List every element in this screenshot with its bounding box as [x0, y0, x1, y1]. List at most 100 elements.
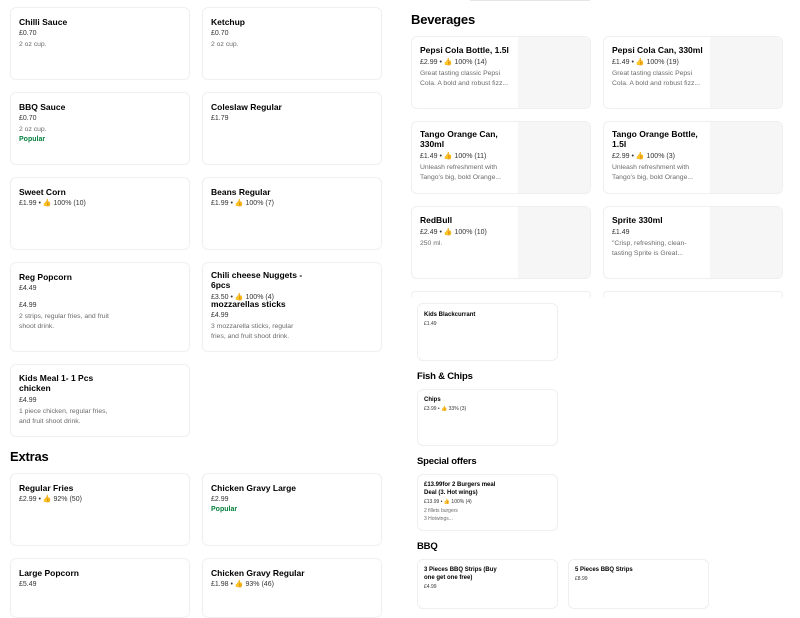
item-name: Chicken Gravy Regular [211, 568, 305, 578]
item-image [710, 37, 782, 108]
item-name: Chili cheese Nuggets - 6pcs [211, 270, 303, 290]
item-price: £1.79 [211, 115, 229, 122]
item-name: Chilli Sauce [19, 17, 68, 27]
item-price: £4.49 [19, 285, 37, 292]
item-price-rating: £1.49 • 👍 100% (11) [420, 153, 487, 160]
item-price-rating: £1.99 • 👍 100% (10) [19, 200, 86, 207]
menu-item-card[interactable]: Tango Orange Bottle, 1.5l £2.99 • 👍 100%… [603, 121, 783, 194]
item-price: £1.49 [424, 321, 437, 327]
item-name: Large Popcorn [19, 568, 79, 578]
item-name: RedBull [420, 215, 453, 225]
item-description: Great tasting classic Pepsi Cola. A bold… [420, 70, 509, 87]
menu-item-card[interactable]: Pepsi Cola Can, 330ml £1.49 • 👍 100% (19… [603, 36, 783, 109]
item-description: 250 ml. [420, 240, 443, 247]
item-image [518, 122, 590, 193]
menu-item-card[interactable]: RedBull £2.49 • 👍 100% (10) 250 ml. [411, 206, 591, 279]
item-image [710, 207, 782, 278]
item-price-rating: £2.99 • 👍 92% (50) [19, 496, 82, 503]
item-price-rating: £13.99 • 👍 100% (4) [424, 499, 472, 505]
menu-item-card[interactable]: 5 Pieces BBQ Strips £8.99 [568, 559, 709, 609]
item-description: Unleash refreshment with Tango's big, bo… [420, 164, 502, 181]
item-price: £4.99 [211, 312, 229, 319]
divider [470, 0, 590, 1]
item-price: £0.70 [19, 30, 37, 37]
item-price-rating: £2.99 • 👍 100% (3) [612, 153, 675, 160]
item-price: £4.99 [19, 397, 37, 404]
section-title-special-offers: Special offers [417, 456, 477, 467]
menu-item-card[interactable]: Reg Popcorn £4.49 £4.99 2 strips, regula… [10, 262, 190, 352]
menu-item-card[interactable]: Chicken Gravy Regular £1.98 • 👍 93% (46) [202, 558, 382, 618]
menu-item-card[interactable]: Beans Regular £1.99 • 👍 100% (7) [202, 177, 382, 250]
popular-badge: Popular [19, 136, 46, 143]
item-price-rating: £1.98 • 👍 93% (46) [211, 581, 274, 588]
item-name: Pepsi Cola Bottle, 1.5l [420, 45, 509, 55]
item-price-rating: £2.99 • 👍 100% (14) [420, 59, 487, 66]
item-description: 2 oz cup. [211, 41, 239, 48]
item-image [710, 122, 782, 193]
item-name: Beans Regular [211, 187, 271, 197]
item-description: 3 Hotwings... [424, 516, 453, 522]
menu-item-card[interactable]: Kids Blackcurrant £1.49 [417, 303, 558, 361]
menu-item-card[interactable]: Coleslaw Regular £1.79 [202, 92, 382, 165]
item-name: 5 Pieces BBQ Strips [575, 567, 633, 573]
item-price-rating: £1.99 • 👍 100% (7) [211, 200, 274, 207]
menu-item-card[interactable]: Chilli Sauce £0.70 2 oz cup. [10, 7, 190, 80]
menu-item-card[interactable]: Regular Fries £2.99 • 👍 92% (50) [10, 473, 190, 546]
menu-item-card[interactable]: Chili cheese Nuggets - 6pcs £3.50 • 👍 10… [202, 262, 382, 352]
item-price-rating: £1.49 • 👍 100% (19) [612, 59, 679, 66]
item-description: Great tasting classic Pepsi Cola. A bold… [612, 70, 701, 87]
menu-item-card[interactable]: Pepsi Cola Bottle, 1.5l £2.99 • 👍 100% (… [411, 36, 591, 109]
item-price: £5.49 [19, 581, 37, 588]
item-name: Chips [424, 397, 441, 403]
item-price: £1.49 [612, 229, 630, 236]
section-title-beverages: Beverages [411, 12, 475, 27]
section-title-fish-chips: Fish & Chips [417, 371, 473, 382]
item-description: 1 piece chicken, regular fries, and frui… [19, 408, 108, 425]
item-name: Regular Fries [19, 483, 74, 493]
item-price: £4.99 [19, 302, 37, 309]
menu-item-card[interactable]: Sweet Corn £1.99 • 👍 100% (10) [10, 177, 190, 250]
item-description: Unleash refreshment with Tango's big, bo… [612, 164, 694, 181]
item-description: 2 oz cup. [19, 126, 47, 133]
item-description: 2 strips, regular fries, and fruit shoot… [19, 313, 109, 330]
item-price: £0.70 [19, 115, 37, 122]
item-name: Kids Blackcurrant [424, 312, 476, 318]
card-edge [603, 291, 783, 299]
item-description: 3 mozzarella sticks, regular fries, and … [211, 323, 294, 340]
menu-item-card[interactable]: Sprite 330ml £1.49 "Crisp, refreshing, c… [603, 206, 783, 279]
item-image [518, 207, 590, 278]
item-name: Tango Orange Can, 330ml [420, 129, 498, 149]
item-name: Sweet Corn [19, 187, 66, 197]
item-price: £8.99 [575, 576, 588, 582]
item-price-rating: £3.99 • 👍 33% (3) [424, 406, 467, 412]
item-image [518, 37, 590, 108]
menu-item-card[interactable]: Kids Meal 1- 1 Pcs chicken £4.99 1 piece… [10, 364, 190, 437]
menu-item-card[interactable]: BBQ Sauce £0.70 2 oz cup. Popular [10, 92, 190, 165]
item-description: 2 oz cup. [19, 41, 47, 48]
item-name: 3 Pieces BBQ Strips (Buy one get one fre… [424, 567, 497, 581]
menu-item-card[interactable]: £13.99for 2 Burgers meal Deal (3. Hot wi… [417, 474, 558, 531]
item-name: Ketchup [211, 17, 245, 27]
item-name: Sprite 330ml [612, 215, 663, 225]
menu-item-card[interactable]: Chips £3.99 • 👍 33% (3) [417, 389, 558, 446]
section-title-extras: Extras [10, 449, 49, 464]
menu-item-card[interactable]: Tango Orange Can, 330ml £1.49 • 👍 100% (… [411, 121, 591, 194]
item-price: £2.99 [211, 496, 229, 503]
menu-item-card[interactable]: Ketchup £0.70 2 oz cup. [202, 7, 382, 80]
section-title-bbq: BBQ [417, 541, 438, 552]
item-name: £13.99for 2 Burgers meal Deal (3. Hot wi… [424, 482, 496, 496]
item-name: Coleslaw Regular [211, 102, 282, 112]
item-name: Chicken Gravy Large [211, 483, 297, 493]
item-description: "Crisp, refreshing, clean-tasting Sprite… [612, 240, 687, 257]
item-name: BBQ Sauce [19, 102, 66, 112]
menu-item-card[interactable]: Chicken Gravy Large £2.99 Popular [202, 473, 382, 546]
popular-badge: Popular [211, 506, 238, 513]
item-name: Tango Orange Bottle, 1.5l [612, 129, 698, 149]
item-price-rating: £2.49 • 👍 100% (10) [420, 229, 487, 236]
menu-item-card[interactable]: Large Popcorn £5.49 [10, 558, 190, 618]
menu-item-card[interactable]: 3 Pieces BBQ Strips (Buy one get one fre… [417, 559, 558, 609]
item-price: £4.99 [424, 584, 437, 590]
item-name: Kids Meal 1- 1 Pcs chicken [19, 373, 94, 393]
item-price: £0.70 [211, 30, 229, 37]
card-edge [411, 291, 591, 299]
